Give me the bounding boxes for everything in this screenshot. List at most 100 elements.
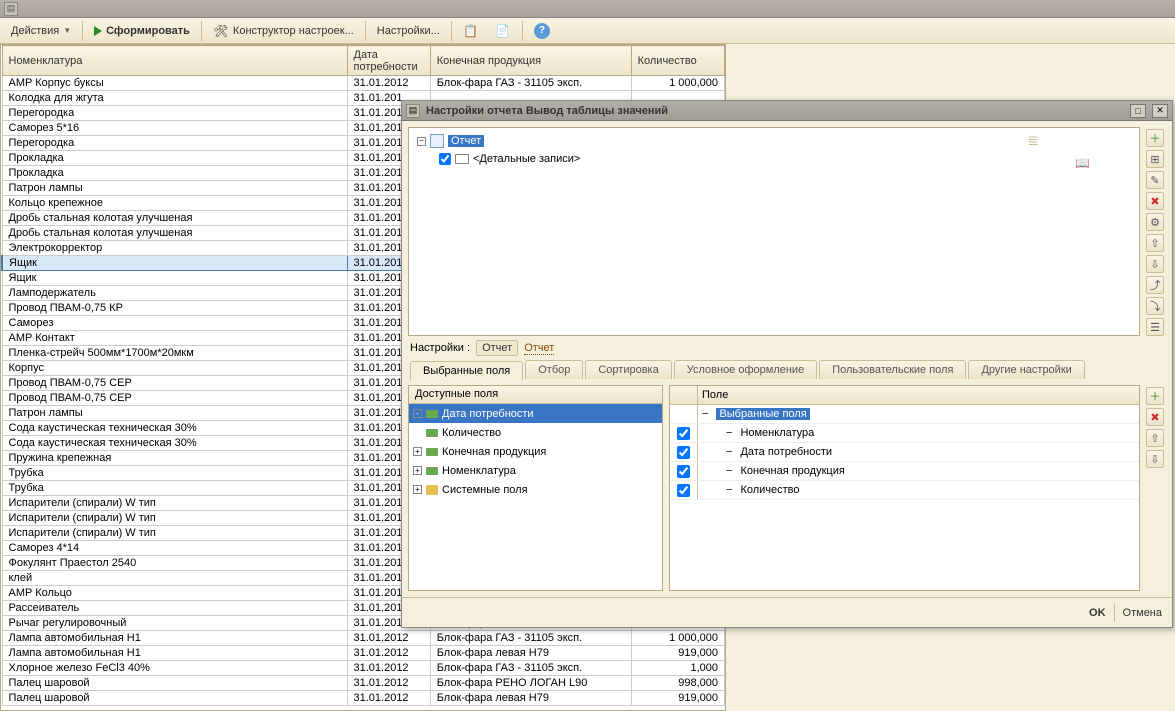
tree-root-label: Отчет: [448, 135, 484, 147]
selected-field[interactable]: −Дата потребности: [670, 443, 1139, 462]
selected-field[interactable]: −Номенклатура: [670, 424, 1139, 443]
settings-button[interactable]: Настройки...: [370, 20, 447, 42]
titlebar: ▤: [0, 0, 1175, 18]
main-window: ▤ Действия ▼ Сформировать 🛠 Конструктор …: [0, 0, 1175, 711]
available-list[interactable]: -Дата потребностиКоличество+Конечная про…: [409, 404, 662, 590]
dialog-titlebar[interactable]: ▤ Настройки отчета Вывод таблицы значени…: [402, 101, 1172, 121]
separator: [201, 21, 202, 41]
tool-icon-2[interactable]: 📄: [488, 20, 518, 42]
maximize-button[interactable]: □: [1130, 104, 1146, 118]
tab-3[interactable]: Условное оформление: [674, 360, 817, 379]
available-header: Доступные поля: [409, 386, 662, 404]
available-field[interactable]: +Конечная продукция: [409, 442, 662, 461]
tab-0[interactable]: Выбранные поля: [410, 361, 523, 380]
help-icon: ?: [534, 23, 550, 39]
th-qty[interactable]: Количество: [631, 46, 724, 76]
selected-field[interactable]: −Количество: [670, 481, 1139, 500]
dialog-title: Настройки отчета Вывод таблицы значений: [426, 105, 1124, 117]
crumb-report[interactable]: Отчет: [524, 342, 554, 355]
field-checkbox[interactable]: [677, 484, 690, 497]
sel-delete-button[interactable]: ✖: [1146, 408, 1164, 426]
move-up-button[interactable]: ⇧: [1146, 234, 1164, 252]
table-row[interactable]: Палец шаровой31.01.2012Блок-фара левая H…: [2, 691, 725, 706]
separator: [365, 21, 366, 41]
check-header: [670, 386, 698, 404]
selected-root[interactable]: −Выбранные поля: [670, 405, 1139, 424]
tab-2[interactable]: Сортировка: [585, 360, 671, 379]
available-fields-panel: Доступные поля -Дата потребностиКоличест…: [408, 385, 663, 591]
settings-label: Настройки...: [377, 25, 440, 37]
constructor-label: Конструктор настроек...: [233, 25, 354, 37]
settings-label: Настройки :: [410, 342, 470, 354]
selected-list[interactable]: −Выбранные поля−Номенклатура−Дата потреб…: [670, 405, 1139, 590]
th-product[interactable]: Конечная продукция: [430, 46, 631, 76]
tab-5[interactable]: Другие настройки: [968, 360, 1084, 379]
field-checkbox[interactable]: [677, 465, 690, 478]
tab-content: Доступные поля -Дата потребностиКоличест…: [408, 379, 1166, 597]
tab-1[interactable]: Отбор: [525, 360, 583, 379]
tree-detail-row[interactable]: <Детальные записи>: [413, 150, 1135, 168]
available-field[interactable]: +Системные поля: [409, 480, 662, 499]
add-group-button[interactable]: ⊞: [1146, 150, 1164, 168]
crumb-report-active[interactable]: Отчет: [476, 340, 518, 356]
separator: [451, 21, 452, 41]
collapse-icon[interactable]: −: [417, 137, 426, 146]
table-row[interactable]: AMP Корпус буксы31.01.2012Блок-фара ГАЗ …: [2, 76, 725, 91]
sel-add-button[interactable]: ＋: [1146, 387, 1164, 405]
table-row[interactable]: Палец шаровой31.01.2012Блок-фара РЕНО ЛО…: [2, 676, 725, 691]
play-icon: [94, 26, 102, 36]
form-button[interactable]: Сформировать: [87, 20, 197, 42]
th-nomenclature[interactable]: Номенклатура: [2, 46, 347, 76]
actions-button[interactable]: Действия ▼: [4, 20, 78, 42]
tab-4[interactable]: Пользовательские поля: [819, 360, 966, 379]
selected-header-row: Поле: [670, 386, 1139, 405]
th-date[interactable]: Дата потребности: [347, 46, 430, 76]
tabs: Выбранные поляОтборСортировкаУсловное оф…: [402, 360, 1172, 379]
add-button[interactable]: ＋: [1146, 129, 1164, 147]
close-button[interactable]: ✕: [1152, 104, 1168, 118]
side-toolbar: ＋ ⊞ ✎ ✖ ⚙ ⇧ ⇩ ⤴ ⤵ ☰: [1144, 127, 1166, 336]
props-button[interactable]: ⚙: [1146, 213, 1164, 231]
available-field[interactable]: Количество: [409, 423, 662, 442]
form-label: Сформировать: [106, 25, 190, 37]
move-down-button[interactable]: ⇩: [1146, 255, 1164, 273]
sel-up-button[interactable]: ⇧: [1146, 429, 1164, 447]
ok-button[interactable]: OK: [1089, 607, 1106, 619]
table-row[interactable]: Лампа автомобильная Н131.01.2012Блок-фар…: [2, 646, 725, 661]
report-tree[interactable]: − Отчет <Детальные записи>: [408, 127, 1140, 336]
report-icon: [430, 134, 444, 148]
available-field[interactable]: -Дата потребности: [409, 404, 662, 423]
selected-fields-panel: Поле −Выбранные поля−Номенклатура−Дата п…: [669, 385, 1140, 591]
dialog-icon: ▤: [406, 104, 420, 118]
table-row[interactable]: Лампа автомобильная Н131.01.2012Блок-фар…: [2, 631, 725, 646]
separator: [1114, 604, 1115, 622]
extra-button-3[interactable]: ☰: [1146, 318, 1164, 336]
cancel-button[interactable]: Отмена: [1123, 607, 1162, 619]
detail-icon: [455, 154, 469, 164]
list-icon: 📋: [463, 23, 479, 39]
app-icon: ▤: [4, 2, 18, 16]
table-row[interactable]: Хлорное железо FeCl3 40%31.01.2012Блок-ф…: [2, 661, 725, 676]
constructor-icon: 🛠: [213, 23, 229, 39]
constructor-button[interactable]: 🛠 Конструктор настроек...: [206, 20, 361, 42]
extra-button-1[interactable]: ⤴: [1146, 276, 1164, 294]
sel-down-button[interactable]: ⇩: [1146, 450, 1164, 468]
available-field[interactable]: +Номенклатура: [409, 461, 662, 480]
stack-icon[interactable]: [1027, 132, 1039, 149]
tool-icon-1[interactable]: 📋: [456, 20, 486, 42]
book-icon[interactable]: [1075, 156, 1089, 170]
delete-button[interactable]: ✖: [1146, 192, 1164, 210]
selected-header: Поле: [702, 389, 728, 401]
selected-field[interactable]: −Конечная продукция: [670, 462, 1139, 481]
help-button[interactable]: ?: [527, 20, 557, 42]
export-icon: 📄: [495, 23, 511, 39]
field-checkbox[interactable]: [677, 446, 690, 459]
extra-button-2[interactable]: ⤵: [1146, 297, 1164, 315]
detail-checkbox[interactable]: [439, 153, 451, 165]
edit-button[interactable]: ✎: [1146, 171, 1164, 189]
field-checkbox[interactable]: [677, 427, 690, 440]
caret-down-icon: ▼: [63, 26, 71, 35]
actions-label: Действия: [11, 25, 59, 37]
selected-side-toolbar: ＋ ✖ ⇧ ⇩: [1144, 385, 1166, 591]
detail-label: <Детальные записи>: [473, 153, 580, 165]
